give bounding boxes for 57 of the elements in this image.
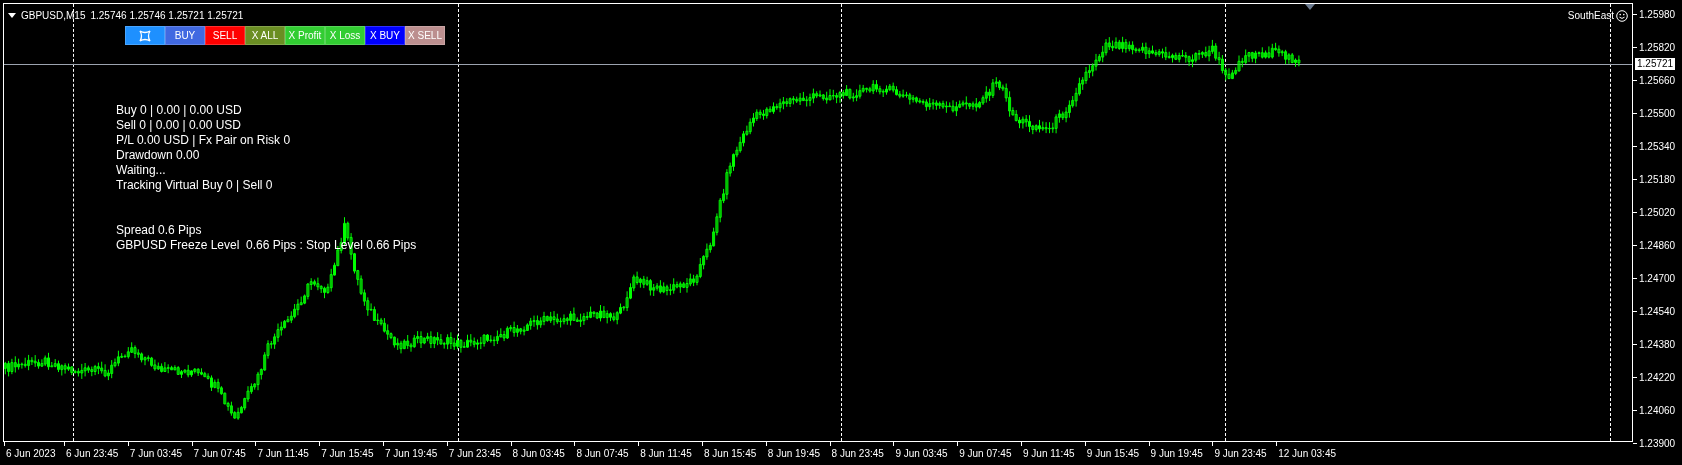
price-label: 1.24540 — [1639, 305, 1676, 319]
time-label: 7 Jun 15:45 — [321, 447, 374, 461]
price-label: 1.24220 — [1639, 371, 1676, 385]
price-label: 1.25980 — [1639, 8, 1676, 22]
time-label: 8 Jun 03:45 — [512, 447, 565, 461]
time-label: 8 Jun 19:45 — [767, 447, 821, 461]
time-label: 7 Jun 23:45 — [448, 447, 502, 461]
time-label: 7 Jun 03:45 — [129, 447, 183, 461]
time-label: 8 Jun 07:45 — [576, 447, 629, 461]
time-label: 9 Jun 03:45 — [895, 447, 948, 461]
quotes-label: 1.25746 1.25746 1.25721 1.25721 — [90, 9, 244, 23]
trade-button[interactable]: X Profit — [285, 26, 325, 45]
price-label: 1.25180 — [1639, 173, 1676, 187]
price-label: 1.25660 — [1639, 74, 1676, 88]
time-label: 6 Jun 23:45 — [66, 447, 119, 461]
price-label: 1.23900 — [1639, 437, 1676, 451]
status-text: Buy 0 | 0.00 | 0.00 USD — [116, 103, 243, 118]
expert-name-label: SouthEast — [1567, 9, 1614, 23]
status-text: Sell 0 | 0.00 | 0.00 USD — [116, 118, 242, 133]
trade-button[interactable]: X ALL — [245, 26, 285, 45]
dropdown-triangle-icon[interactable] — [8, 12, 16, 19]
price-label: 1.24860 — [1639, 239, 1676, 253]
status-text: Drawdown 0.00 — [116, 148, 201, 163]
smiley-icon — [1616, 9, 1628, 22]
time-label: 9 Jun 07:45 — [959, 447, 1012, 461]
status-text: P/L 0.00 USD | Fx Pair on Risk 0 — [116, 133, 292, 148]
time-label: 7 Jun 19:45 — [385, 447, 438, 461]
time-label: 9 Jun 19:45 — [1150, 447, 1203, 461]
price-label: 1.24380 — [1639, 338, 1676, 352]
time-label: 9 Jun 15:45 — [1086, 447, 1140, 461]
price-label: 1.25820 — [1639, 41, 1676, 55]
time-label: 7 Jun 11:45 — [257, 447, 309, 461]
price-label: 1.25340 — [1639, 140, 1676, 154]
time-label: 8 Jun 11:45 — [640, 447, 692, 461]
time-label: 6 Jun 2023 — [6, 447, 56, 461]
price-label: 1.24060 — [1639, 404, 1676, 418]
trade-button[interactable]: X SELL — [405, 26, 445, 45]
status-text: Tracking Virtual Buy 0 | Sell 0 — [116, 178, 274, 193]
current-price-tag: 1.25721 — [1635, 58, 1676, 70]
time-label: 7 Jun 07:45 — [193, 447, 246, 461]
trade-button[interactable]: SELL — [205, 26, 245, 45]
trade-button[interactable]: X Loss — [325, 26, 365, 45]
time-label: 12 Jun 03:45 — [1278, 447, 1336, 461]
spread-text: Spread 0.6 Pips — [116, 223, 203, 238]
price-label: 1.25500 — [1639, 107, 1676, 121]
scroll-marker-icon — [1305, 4, 1315, 10]
symbol-label: GBPUSD,M15 — [21, 9, 86, 23]
price-label: 1.24700 — [1639, 272, 1676, 286]
time-label: 8 Jun 15:45 — [704, 447, 757, 461]
trade-button[interactable]: BUY — [165, 26, 205, 45]
trade-button[interactable]: X BUY — [365, 26, 405, 45]
price-label: 1.25020 — [1639, 206, 1676, 220]
time-label: 9 Jun 11:45 — [1023, 447, 1075, 461]
time-label: 8 Jun 23:45 — [831, 447, 884, 461]
time-label: 9 Jun 23:45 — [1214, 447, 1267, 461]
status-text: Waiting... — [116, 163, 167, 178]
crosshair-button[interactable] — [125, 26, 165, 45]
